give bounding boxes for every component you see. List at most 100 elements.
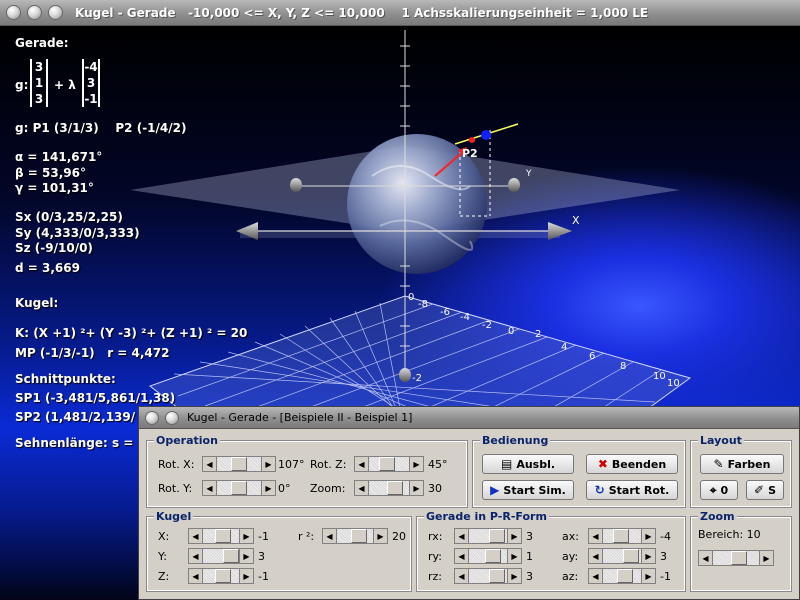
arrow-right-icon[interactable]: ▶ [261, 457, 275, 471]
farben-button[interactable]: ✎ Farben [700, 454, 784, 474]
rx-scrollbar[interactable]: ◀ ▶ [454, 528, 522, 544]
arrow-left-icon[interactable]: ◀ [455, 569, 469, 583]
kugel-z-scrollbar[interactable]: ◀ ▶ [188, 568, 254, 584]
kugel-x-scrollbar[interactable]: ◀ ▶ [188, 528, 254, 544]
kugel-r2-scrollbar[interactable]: ◀ ▶ [322, 528, 388, 544]
arrow-right-icon[interactable]: ▶ [641, 549, 655, 563]
rotx-label: Rot. X: [158, 458, 195, 471]
s-button[interactable]: ✐ S [746, 480, 784, 500]
arrow-right-icon[interactable]: ▶ [239, 569, 253, 583]
layout-title: Layout [698, 434, 744, 447]
hide-icon: ▤ [500, 457, 513, 471]
main-titlebar[interactable]: Kugel - Gerade -10,000 <= X, Y, Z <= 10,… [0, 0, 800, 26]
zoom-value: 30 [428, 482, 442, 495]
kugel-y-scrollbar[interactable]: ◀ ▶ [188, 548, 254, 564]
rotate-icon: ↻ [594, 483, 605, 497]
ry-scrollbar[interactable]: ◀ ▶ [454, 548, 522, 564]
ax-value: -4 [660, 530, 671, 543]
kugel-x-label: X: [158, 530, 170, 543]
bereich-text: Bereich: 10 [698, 528, 761, 541]
arrow-left-icon[interactable]: ◀ [589, 549, 603, 563]
arrow-right-icon[interactable]: ▶ [239, 549, 253, 563]
rotz-scrollbar[interactable]: ◀ ▶ [354, 456, 424, 472]
rotx-scrollbar[interactable]: ◀ ▶ [202, 456, 276, 472]
arrow-left-icon[interactable]: ◀ [189, 549, 203, 563]
roty-value: 0° [278, 482, 291, 495]
window-maximize-icon[interactable] [48, 5, 63, 20]
k-equation: K: (X +1) ²+ (Y -3) ²+ (Z +1) ² = 20 [15, 326, 248, 340]
kugel-y-label: Y: [158, 550, 167, 563]
vector-b: -4 3 -1 [82, 59, 100, 107]
sp2-text: SP2 (1,481/2,139/ [15, 410, 136, 424]
rz-label: rz: [428, 570, 443, 583]
rotx-value: 107° [278, 458, 305, 471]
vector-b-z: -1 [84, 92, 98, 106]
arrow-right-icon[interactable]: ▶ [373, 529, 387, 543]
grid-tick-left-3: -2 [482, 320, 492, 331]
sehnenlaenge-text: Sehnenlänge: s = [15, 436, 134, 450]
ctrl-minimize-icon[interactable] [165, 410, 179, 425]
arrow-left-icon[interactable]: ◀ [189, 529, 203, 543]
sy-text: Sy (4,333/0/3,333) [15, 226, 140, 240]
window-close-icon[interactable] [6, 5, 21, 20]
arrow-left-icon[interactable]: ◀ [203, 481, 217, 495]
arrow-right-icon[interactable]: ▶ [409, 457, 423, 471]
bedienung-title: Bedienung [480, 434, 551, 447]
operation-group: Operation Rot. X: ◀ ▶ 107° Rot. Z: ◀ ▶ 4… [146, 434, 468, 508]
arrow-left-icon[interactable]: ◀ [189, 569, 203, 583]
arrow-left-icon[interactable]: ◀ [699, 551, 713, 565]
arrow-right-icon[interactable]: ▶ [507, 529, 521, 543]
arrow-right-icon[interactable]: ▶ [507, 549, 521, 563]
vector-a: 3 1 3 [30, 59, 48, 107]
arrow-left-icon[interactable]: ◀ [355, 457, 369, 471]
arrow-left-icon[interactable]: ◀ [589, 529, 603, 543]
ay-label: ay: [562, 550, 579, 563]
arrow-right-icon[interactable]: ▶ [641, 529, 655, 543]
arrow-right-icon[interactable]: ▶ [507, 569, 521, 583]
bedienung-group: Bedienung ▤ Ausbl. ✖ Beenden ▶ Start Sim… [472, 434, 686, 508]
arrow-right-icon[interactable]: ▶ [261, 481, 275, 495]
arrow-left-icon[interactable]: ◀ [203, 457, 217, 471]
vector-b-x: -4 [84, 60, 98, 74]
ax-scrollbar[interactable]: ◀ ▶ [588, 528, 656, 544]
arrow-right-icon[interactable]: ▶ [759, 551, 773, 565]
az-scrollbar[interactable]: ◀ ▶ [588, 568, 656, 584]
bereich-scrollbar[interactable]: ◀ ▶ [698, 550, 774, 566]
gerade-group: Gerade in P-R-Form rx: ◀ ▶ 3 ry: ◀ ▶ 1 r… [416, 510, 686, 592]
rz-scrollbar[interactable]: ◀ ▶ [454, 568, 522, 584]
zoom-title: Zoom [698, 510, 737, 523]
origin-button[interactable]: ⌖ 0 [700, 480, 738, 500]
start-rot-button[interactable]: ↻ Start Rot. [586, 480, 678, 500]
close-x-icon: ✖ [597, 457, 608, 471]
ausbl-button[interactable]: ▤ Ausbl. [482, 454, 574, 474]
zoom-scrollbar[interactable]: ◀ ▶ [354, 480, 424, 496]
ay-scrollbar[interactable]: ◀ ▶ [588, 548, 656, 564]
point-p2-red [469, 137, 475, 143]
arrow-left-icon[interactable]: ◀ [323, 529, 337, 543]
grid-tick-right-3: 8 [620, 361, 626, 372]
ctrl-close-icon[interactable] [145, 410, 159, 425]
arrow-left-icon[interactable]: ◀ [455, 549, 469, 563]
arrow-left-icon[interactable]: ◀ [455, 529, 469, 543]
control-titlebar[interactable]: Kugel - Gerade - [Beispiele II - Beispie… [139, 407, 799, 429]
start-sim-button[interactable]: ▶ Start Sim. [482, 480, 574, 500]
window-minimize-icon[interactable] [27, 5, 42, 20]
brush-icon: ✐ [754, 483, 765, 497]
arrow-left-icon[interactable]: ◀ [589, 569, 603, 583]
arrow-right-icon[interactable]: ▶ [409, 481, 423, 495]
arrow-right-icon[interactable]: ▶ [641, 569, 655, 583]
mp-text: MP (-1/3/-1) r = 4,472 [15, 346, 170, 360]
grid-tick-right-0: 2 [535, 329, 541, 340]
main-title: Kugel - Gerade -10,000 <= X, Y, Z <= 10,… [75, 5, 649, 20]
layout-group: Layout ✎ Farben ⌖ 0 ✐ S [690, 434, 792, 508]
arrow-right-icon[interactable]: ▶ [239, 529, 253, 543]
kugel-title: Kugel [154, 510, 194, 523]
roty-scrollbar[interactable]: ◀ ▶ [202, 480, 276, 496]
z-tick-minus2: -2 [412, 373, 422, 384]
alpha-text: α = 141,671° [15, 150, 103, 164]
arrow-left-icon[interactable]: ◀ [355, 481, 369, 495]
play-icon: ▶ [490, 483, 500, 497]
grid-tick-left-0: -8 [418, 299, 428, 310]
grid-tick-left-2: -4 [460, 312, 470, 323]
beenden-button[interactable]: ✖ Beenden [586, 454, 678, 474]
